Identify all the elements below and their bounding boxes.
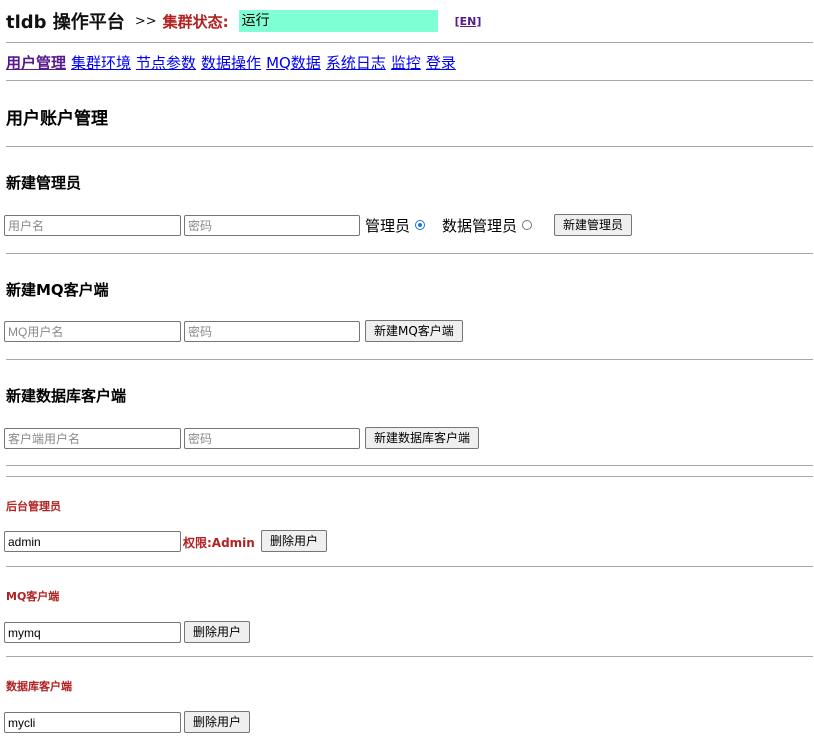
- divider: [6, 253, 813, 254]
- admin-permission-label: 权限:Admin: [183, 536, 255, 550]
- nav-cluster-environment[interactable]: 集群环境: [71, 52, 131, 73]
- delete-db-client-button[interactable]: 删除用户: [184, 711, 251, 733]
- nav-login[interactable]: 登录: [426, 52, 456, 73]
- nav-mq-data[interactable]: MQ数据: [266, 52, 321, 73]
- delete-mq-client-button[interactable]: 删除用户: [184, 621, 251, 643]
- nav-user-management[interactable]: 用户管理: [6, 52, 66, 73]
- header-bar: tldb 操作平台 >> 集群状态: 运行 [EN]: [6, 9, 481, 33]
- db-clients-heading: 数据库客户端: [6, 680, 72, 693]
- divider: [6, 465, 813, 466]
- divider: [6, 476, 813, 477]
- mq-clients-heading: MQ客户端: [6, 590, 60, 603]
- db-client-password-input[interactable]: [184, 428, 360, 449]
- create-mq-client-button[interactable]: 新建MQ客户端: [365, 320, 463, 342]
- db-client-user-field[interactable]: [4, 712, 181, 733]
- role-data-admin-radio[interactable]: [522, 220, 533, 230]
- nav-monitor[interactable]: 监控: [391, 52, 421, 73]
- role-admin-radio[interactable]: [415, 220, 426, 230]
- admin-role-radio-group: 管理员 数据管理员: [365, 215, 533, 235]
- admin-password-input[interactable]: [184, 215, 360, 236]
- divider: [6, 146, 813, 147]
- new-mq-client-heading: 新建MQ客户端: [6, 281, 109, 299]
- cluster-status-label: 集群状态:: [162, 12, 229, 31]
- cluster-status-badge: 运行: [238, 10, 438, 32]
- new-admin-heading: 新建管理员: [6, 174, 82, 192]
- nav-data-operations[interactable]: 数据操作: [201, 52, 261, 73]
- admin-user-field[interactable]: [4, 531, 181, 552]
- divider: [6, 42, 813, 43]
- role-data-admin-label: 数据管理员: [442, 216, 518, 235]
- breadcrumb-separator: >>: [134, 13, 157, 29]
- main-nav: 用户管理 集群环境 节点参数 数据操作 MQ数据 系统日志 监控 登录: [6, 52, 461, 73]
- db-client-username-input[interactable]: [4, 428, 181, 449]
- create-admin-button[interactable]: 新建管理员: [554, 214, 633, 236]
- mq-client-user-field[interactable]: [4, 622, 181, 643]
- nav-node-parameters[interactable]: 节点参数: [136, 52, 196, 73]
- nav-system-log[interactable]: 系统日志: [326, 52, 386, 73]
- admin-username-input[interactable]: [4, 215, 181, 236]
- app-title: tldb 操作平台: [6, 12, 125, 33]
- mq-username-input[interactable]: [4, 321, 181, 342]
- divider: [6, 80, 813, 81]
- new-db-client-heading: 新建数据库客户端: [6, 387, 127, 405]
- divider: [6, 566, 813, 567]
- divider: [6, 656, 813, 657]
- mq-password-input[interactable]: [184, 321, 360, 342]
- divider: [6, 359, 813, 360]
- create-db-client-button[interactable]: 新建数据库客户端: [365, 427, 480, 449]
- backend-admins-heading: 后台管理员: [6, 500, 61, 513]
- page-title: 用户账户管理: [6, 109, 108, 129]
- role-admin-label: 管理员: [365, 216, 411, 235]
- language-switch-link[interactable]: [EN]: [455, 15, 482, 28]
- delete-admin-user-button[interactable]: 删除用户: [261, 530, 328, 552]
